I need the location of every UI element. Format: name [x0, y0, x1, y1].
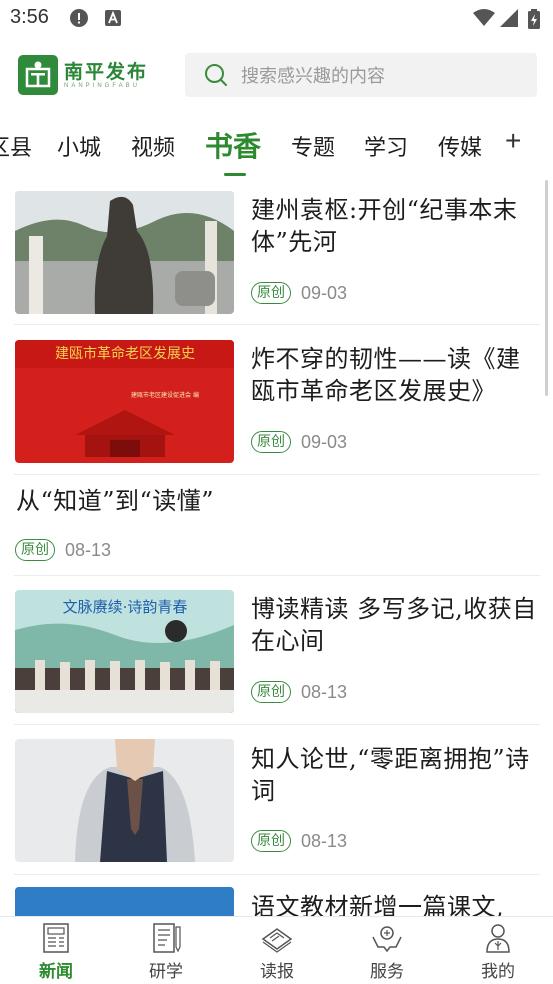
article-thumbnail: 建瓯市革命老区发展史 建瓯市老区建设促进会 编 — [15, 340, 234, 463]
article-list: 建州袁枢:开创“纪事本末体”先河 原创 09-03 建瓯市革命老区发展史 建瓯市… — [0, 176, 553, 916]
app-header: 南平发布 NANPINGFABU 搜索感兴趣的内容 — [0, 36, 553, 116]
search-bar[interactable]: 搜索感兴趣的内容 — [185, 53, 537, 97]
nav-read-paper[interactable]: 读报 — [237, 917, 317, 984]
list-scrollbar[interactable] — [545, 180, 548, 396]
tab-video[interactable]: 视频 — [131, 130, 175, 162]
original-badge: 原创 — [251, 830, 291, 852]
tab-town[interactable]: 小城 — [57, 130, 101, 162]
nav-news-label: 新闻 — [39, 962, 73, 982]
list-item[interactable]: 知人论世,“零距离拥抱”诗词 原创 08-13 — [14, 725, 540, 875]
article-date: 08-13 — [301, 830, 348, 851]
thumb-event-title: 文脉赓续·诗韵青春 — [63, 598, 188, 616]
search-icon — [205, 64, 227, 86]
status-bar: 3:56 — [0, 0, 553, 36]
article-title: 语文教材新增一篇课文, — [251, 893, 505, 916]
app-logo[interactable]: 南平发布 NANPINGFABU — [18, 54, 148, 96]
logo-subtitle: NANPINGFABU — [64, 83, 141, 89]
font-icon — [105, 10, 121, 26]
thumb-book-title: 建瓯市革命老区发展史 — [55, 345, 195, 362]
signal-icon — [500, 9, 518, 27]
article-date: 09-03 — [301, 431, 348, 452]
article-title: 建州袁枢:开创“纪事本末体”先河 — [251, 196, 518, 256]
tab-study[interactable]: 学习 — [364, 130, 408, 162]
article-title: 炸不穿的韧性——读《建瓯市革命老区发展史》 — [251, 345, 521, 405]
battery-icon — [528, 9, 540, 29]
logo-title: 南平发布 — [64, 61, 149, 83]
search-placeholder: 搜索感兴趣的内容 — [241, 66, 385, 87]
nav-profile[interactable]: 我的 — [458, 917, 538, 984]
thumb-book-editor: 建瓯市老区建设促进会 编 — [131, 391, 199, 399]
list-item[interactable]: 文脉赓续·诗韵青春 博读精读 多写多记,收获自在心间 原创 08-13 — [14, 576, 540, 725]
nav-profile-label: 我的 — [481, 962, 515, 982]
article-title: 博读精读 多写多记,收获自在心间 — [251, 595, 537, 655]
article-thumbnail: 文脉赓续·诗韵青春 — [15, 590, 234, 713]
bottom-navigation: 新闻 研学 读报 服务 我的 — [0, 916, 553, 984]
add-channel-button[interactable]: + — [505, 125, 521, 157]
article-thumbnail — [15, 887, 234, 916]
article-thumbnail — [15, 739, 234, 862]
nav-study[interactable]: 研学 — [126, 917, 206, 984]
tab-district[interactable]: 区县 — [0, 130, 32, 162]
article-date: 09-03 — [301, 282, 348, 303]
list-item[interactable]: 语文教材新增一篇课文, — [14, 875, 540, 916]
list-item[interactable]: 建州袁枢:开创“纪事本末体”先河 原创 09-03 — [14, 176, 540, 325]
list-item[interactable]: 从“知道”到“读懂” 原创 08-13 — [14, 475, 540, 576]
article-title: 从“知道”到“读懂” — [16, 487, 215, 515]
article-thumbnail — [15, 191, 234, 314]
nav-services-label: 服务 — [370, 962, 404, 982]
article-date: 08-13 — [301, 681, 348, 702]
nav-services[interactable]: 服务 — [347, 917, 427, 984]
tab-reading[interactable]: 书香 — [205, 125, 261, 165]
nav-news[interactable]: 新闻 — [16, 917, 96, 984]
hands-icon — [372, 926, 402, 953]
original-badge: 原创 — [15, 539, 55, 561]
nav-study-label: 研学 — [149, 962, 183, 982]
newspaper-icon — [43, 923, 69, 953]
wifi-icon — [473, 9, 495, 26]
channel-tabs: 区县 小城 视频 书香 专题 学习 传媒 + — [0, 120, 553, 176]
original-badge: 原创 — [251, 431, 291, 453]
user-icon — [486, 924, 510, 953]
list-item[interactable]: 建瓯市革命老区发展史 建瓯市老区建设促进会 编 炸不穿的韧性——读《建瓯市革命老… — [14, 325, 540, 475]
tab-topics[interactable]: 专题 — [291, 130, 335, 162]
original-badge: 原创 — [251, 681, 291, 703]
article-date: 08-13 — [65, 539, 112, 560]
paper-icon — [261, 928, 293, 953]
notebook-icon — [153, 923, 181, 953]
original-badge: 原创 — [251, 282, 291, 304]
article-title: 知人论世,“零距离拥抱”诗词 — [251, 745, 530, 805]
alert-icon — [70, 9, 88, 27]
nav-read-paper-label: 读报 — [260, 962, 294, 982]
tab-media[interactable]: 传媒 — [438, 130, 482, 162]
logo-mark — [18, 55, 58, 95]
status-time: 3:56 — [10, 6, 49, 28]
